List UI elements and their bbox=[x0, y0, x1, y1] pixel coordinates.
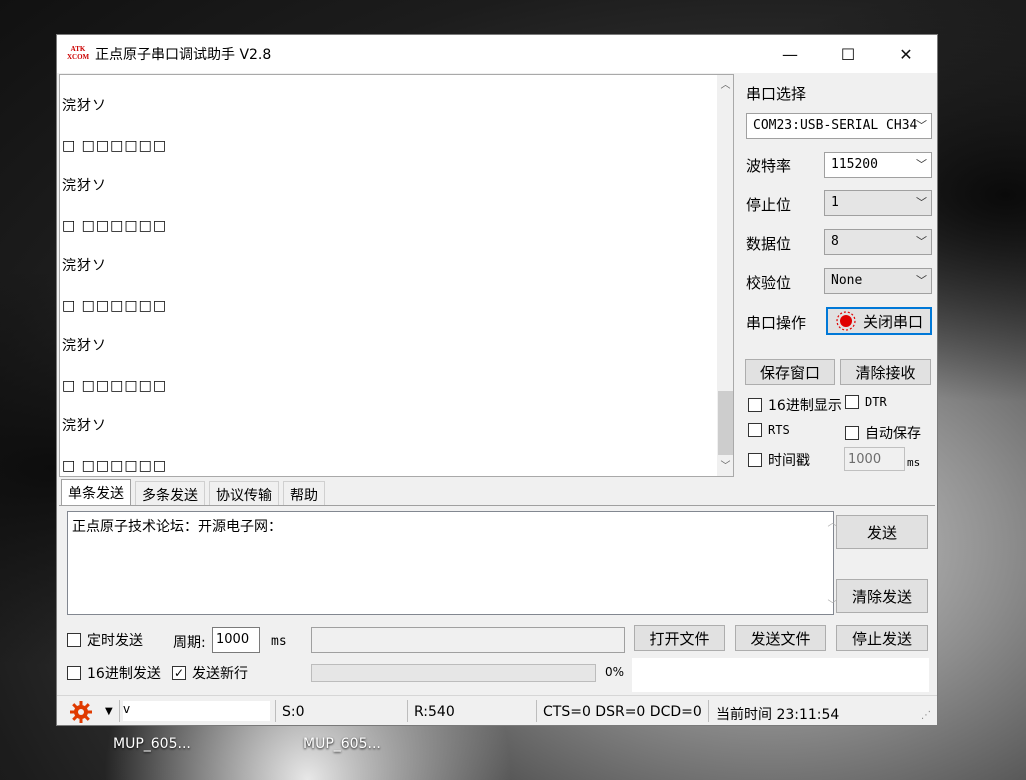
chevron-down-icon: ﹀ bbox=[916, 196, 927, 209]
minimize-button[interactable]: — bbox=[761, 35, 819, 73]
auto-save-checkbox[interactable]: 自动保存 bbox=[845, 423, 921, 443]
port-op-label: 串口操作 bbox=[746, 314, 807, 332]
close-icon: ✕ bbox=[899, 44, 913, 64]
data-bits-label: 数据位 bbox=[746, 235, 792, 253]
minimize-icon: — bbox=[782, 44, 798, 64]
data-bits-select[interactable]: 8 ﹀ bbox=[824, 229, 932, 255]
dropdown-arrow-icon[interactable]: ▼ bbox=[105, 706, 113, 717]
timestamp-checkbox[interactable]: 时间戳 bbox=[748, 450, 810, 470]
close-port-button[interactable]: 关闭串口 bbox=[826, 307, 932, 335]
title-bar[interactable]: ATK XCOM 正点原子串口调试助手 V2.8 — ☐ ✕ bbox=[57, 35, 937, 73]
record-icon bbox=[836, 311, 856, 331]
desktop-item[interactable]: MUP_605... bbox=[303, 736, 381, 752]
chevron-down-icon: ﹀ bbox=[916, 119, 927, 132]
dtr-checkbox[interactable]: DTR bbox=[845, 395, 887, 409]
scroll-thumb[interactable] bbox=[718, 391, 733, 455]
parity-label: 校验位 bbox=[746, 274, 792, 292]
open-file-button[interactable]: 打开文件 bbox=[634, 625, 725, 651]
clear-receive-button[interactable]: 清除接收 bbox=[840, 359, 931, 385]
receive-line: □ □□□□□□ bbox=[62, 298, 168, 314]
send-file-button[interactable]: 发送文件 bbox=[735, 625, 826, 651]
status-bar: ▼ v S:0 R:540 CTS=0 DSR=0 DCD=0 当前时间 23:… bbox=[57, 695, 937, 725]
stop-bits-select[interactable]: 1 ﹀ bbox=[824, 190, 932, 216]
stop-bits-label: 停止位 bbox=[746, 196, 792, 214]
receive-line: □ □□□□□□ bbox=[62, 458, 168, 474]
info-link-area[interactable] bbox=[632, 658, 929, 692]
timestamp-unit: ms bbox=[907, 456, 921, 469]
period-unit: ms bbox=[271, 634, 287, 649]
desktop-item[interactable]: MUP_605... bbox=[113, 736, 191, 752]
period-input[interactable]: 1000 bbox=[212, 627, 260, 653]
chevron-down-icon: ﹀ bbox=[916, 274, 927, 287]
maximize-button[interactable]: ☐ bbox=[819, 35, 877, 73]
save-window-button[interactable]: 保存窗口 bbox=[745, 359, 835, 385]
app-window: ATK XCOM 正点原子串口调试助手 V2.8 — ☐ ✕ 浣犲ソ □ □□□… bbox=[56, 34, 938, 726]
stop-send-button[interactable]: 停止发送 bbox=[836, 625, 928, 651]
current-time: 当前时间 23:11:54 bbox=[716, 707, 840, 723]
maximize-icon: ☐ bbox=[840, 44, 856, 64]
port-select-label: 串口选择 bbox=[746, 85, 807, 103]
url-field[interactable]: v bbox=[123, 701, 270, 721]
receive-line: 浣犲ソ bbox=[62, 98, 107, 114]
receive-line: 浣犲ソ bbox=[62, 258, 107, 274]
tab-multi-send[interactable]: 多条发送 bbox=[135, 481, 205, 505]
receive-scrollbar[interactable]: ︿ ﹀ bbox=[717, 75, 733, 476]
window-title: 正点原子串口调试助手 V2.8 bbox=[95, 47, 272, 63]
chevron-down-icon: ﹀ bbox=[916, 235, 927, 248]
scroll-down-icon[interactable]: ﹀ bbox=[717, 458, 733, 475]
port-select[interactable]: COM23:USB-SERIAL CH34 ﹀ bbox=[746, 113, 932, 139]
scroll-up-icon[interactable]: ︿ bbox=[717, 77, 733, 94]
send-progress-bar bbox=[311, 664, 596, 682]
receive-line: □ □□□□□□ bbox=[62, 138, 168, 154]
hex-display-checkbox[interactable]: 16进制显示 bbox=[748, 395, 842, 415]
progress-percent: 0% bbox=[605, 665, 625, 679]
received-count: R:540 bbox=[414, 704, 455, 720]
chevron-down-icon: ﹀ bbox=[916, 158, 927, 171]
receive-line: 浣犲ソ bbox=[62, 178, 107, 194]
baud-select[interactable]: 115200 ﹀ bbox=[824, 152, 932, 178]
receive-textarea[interactable]: 浣犲ソ □ □□□□□□ 浣犲ソ □ □□□□□□ 浣犲ソ □ □□□□□□ 浣… bbox=[59, 74, 734, 477]
receive-line: □ □□□□□□ bbox=[62, 218, 168, 234]
timestamp-interval-input[interactable]: 1000 bbox=[844, 447, 905, 471]
receive-line: 浣犲ソ bbox=[62, 418, 107, 434]
rts-checkbox[interactable]: RTS bbox=[748, 423, 790, 437]
send-button[interactable]: 发送 bbox=[836, 515, 928, 549]
tab-single-send[interactable]: 单条发送 bbox=[61, 479, 131, 505]
parity-select[interactable]: None ﹀ bbox=[824, 268, 932, 294]
line-status: CTS=0 DSR=0 DCD=0 bbox=[543, 704, 702, 720]
resize-grip-icon[interactable]: ⋰ bbox=[921, 710, 931, 721]
send-newline-checkbox[interactable]: ✓ 发送新行 bbox=[172, 663, 248, 683]
period-label: 周期: bbox=[173, 635, 206, 651]
receive-line: □ □□□□□□ bbox=[62, 378, 168, 394]
timed-send-checkbox[interactable]: 定时发送 bbox=[67, 630, 143, 650]
tab-protocol[interactable]: 协议传输 bbox=[209, 481, 279, 505]
sent-count: S:0 bbox=[282, 704, 305, 720]
tab-help[interactable]: 帮助 bbox=[283, 481, 325, 505]
gear-icon[interactable] bbox=[69, 700, 93, 724]
baud-label: 波特率 bbox=[746, 157, 792, 175]
receive-line: 浣犲ソ bbox=[62, 338, 107, 354]
close-button[interactable]: ✕ bbox=[877, 35, 935, 73]
file-path-input[interactable] bbox=[311, 627, 625, 653]
clear-send-button[interactable]: 清除发送 bbox=[836, 579, 928, 613]
app-icon: ATK XCOM bbox=[67, 45, 90, 61]
hex-send-checkbox[interactable]: 16进制发送 bbox=[67, 663, 161, 683]
send-textarea[interactable]: 正点原子技术论坛：开源电子网： ︿ ﹀ bbox=[67, 511, 838, 615]
